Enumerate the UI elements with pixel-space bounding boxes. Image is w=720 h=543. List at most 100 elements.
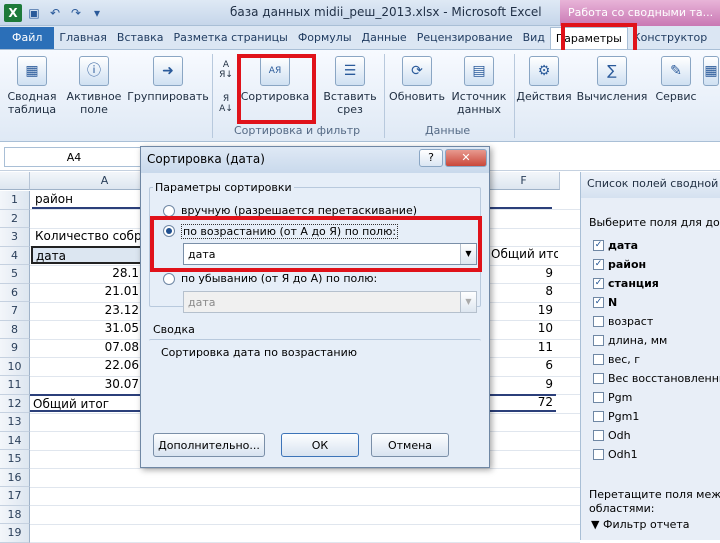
- row-header[interactable]: 2: [0, 209, 30, 228]
- checkbox-checked-icon[interactable]: ✓: [593, 277, 604, 289]
- row-header[interactable]: 3: [0, 228, 30, 247]
- checkbox-icon[interactable]: [593, 448, 604, 460]
- descending-label[interactable]: по убыванию (от Я до А) по полю:: [181, 272, 377, 285]
- field-item[interactable]: длина, мм: [593, 331, 667, 349]
- checkbox-icon[interactable]: [593, 372, 604, 384]
- cell-f6[interactable]: 8: [488, 283, 556, 301]
- redo-icon[interactable]: ↷: [67, 4, 85, 22]
- field-item[interactable]: ✓ район: [593, 255, 646, 273]
- row-header[interactable]: 17: [0, 487, 30, 506]
- field-item[interactable]: Odh1: [593, 445, 638, 463]
- service-button[interactable]: ✎ Сервис: [652, 54, 700, 103]
- tab-formulas[interactable]: Формулы: [293, 27, 357, 49]
- cell-f9[interactable]: 11: [488, 339, 556, 357]
- sort-dialog: Сортировка (дата) ? ✕ Параметры сортиров…: [140, 146, 490, 468]
- refresh-button[interactable]: ⟳ Обновить: [388, 54, 446, 103]
- summary-table-button[interactable]: ▦ Сводная таблица: [2, 54, 62, 116]
- cell-a7[interactable]: 23.12: [32, 302, 142, 320]
- ok-button[interactable]: ОК: [281, 433, 359, 457]
- cell-f4[interactable]: Общий итог: [488, 246, 558, 264]
- tab-home[interactable]: Главная: [54, 27, 112, 49]
- row-header[interactable]: 16: [0, 468, 30, 487]
- cell-f5[interactable]: 9: [488, 265, 556, 283]
- help-button[interactable]: ?: [419, 149, 443, 167]
- corner-header[interactable]: [0, 172, 30, 190]
- row-header[interactable]: 13: [0, 413, 30, 432]
- cell-f8[interactable]: 10: [488, 320, 556, 338]
- checkbox-icon[interactable]: [593, 429, 604, 441]
- field-item[interactable]: возраст: [593, 312, 653, 330]
- cell-a10[interactable]: 22.06: [32, 357, 142, 375]
- cell-a8[interactable]: 31.05: [32, 320, 142, 338]
- cell-a5[interactable]: 28.1: [32, 265, 142, 283]
- tab-file[interactable]: Файл: [0, 27, 55, 49]
- close-button[interactable]: ✕: [445, 149, 487, 167]
- customize-qat-icon[interactable]: ▾: [88, 4, 106, 22]
- checkbox-icon[interactable]: [593, 334, 604, 346]
- sort-az-button[interactable]: А Я↓: [216, 60, 236, 80]
- tab-insert[interactable]: Вставка: [112, 27, 169, 49]
- checkbox-icon[interactable]: [593, 410, 604, 422]
- checkbox-icon[interactable]: [593, 353, 604, 365]
- actions-button[interactable]: ⚙ Действия: [516, 54, 572, 103]
- field-item[interactable]: Odh: [593, 426, 631, 444]
- cell-f12[interactable]: 72: [488, 394, 556, 412]
- tab-data[interactable]: Данные: [357, 27, 412, 49]
- row-header[interactable]: 15: [0, 450, 30, 469]
- sort-params-label: Параметры сортировки: [153, 181, 294, 194]
- field-item[interactable]: Pgm1: [593, 407, 639, 425]
- row-header[interactable]: 4: [0, 246, 30, 265]
- field-item[interactable]: Вес восстановленны: [593, 369, 720, 387]
- field-item[interactable]: ✓ дата: [593, 236, 638, 254]
- row-header[interactable]: 7: [0, 302, 30, 321]
- sort-za-button[interactable]: Я А↓: [216, 94, 236, 114]
- calculations-button[interactable]: ∑ Вычисления: [576, 54, 648, 103]
- field-item[interactable]: Pgm: [593, 388, 632, 406]
- field-label: возраст: [608, 314, 654, 328]
- field-item[interactable]: ✓ N: [593, 293, 617, 311]
- field-label: район: [608, 257, 647, 271]
- checkbox-icon[interactable]: [593, 315, 604, 327]
- name-box[interactable]: A4: [4, 147, 144, 167]
- row-header[interactable]: 8: [0, 320, 30, 339]
- excel-logo-icon[interactable]: X: [4, 4, 22, 22]
- field-item[interactable]: ✓ станция: [593, 274, 659, 292]
- field-item[interactable]: вес, г: [593, 350, 640, 368]
- checkbox-checked-icon[interactable]: ✓: [593, 258, 604, 270]
- cell-a9[interactable]: 07.08: [32, 339, 142, 357]
- gridline: [30, 486, 580, 488]
- tab-design[interactable]: Конструктор: [628, 27, 712, 49]
- checkbox-icon[interactable]: [593, 391, 604, 403]
- tab-view[interactable]: Вид: [518, 27, 550, 49]
- quick-access-toolbar: X ▣ ↶ ↷ ▾: [4, 3, 106, 23]
- row-header[interactable]: 9: [0, 339, 30, 358]
- cancel-button[interactable]: Отмена: [371, 433, 449, 457]
- data-source-button[interactable]: ▤ Источник данных: [448, 54, 510, 116]
- show-button[interactable]: ▦: [702, 54, 720, 90]
- row-header[interactable]: 11: [0, 376, 30, 395]
- tab-review[interactable]: Рецензирование: [412, 27, 518, 49]
- row-header[interactable]: 18: [0, 505, 30, 524]
- checkbox-checked-icon[interactable]: ✓: [593, 239, 604, 251]
- cell-f11[interactable]: 9: [488, 376, 556, 394]
- row-header[interactable]: 12: [0, 394, 30, 413]
- row-header[interactable]: 10: [0, 357, 30, 376]
- cell-a6[interactable]: 21.01: [32, 283, 142, 301]
- checkbox-checked-icon[interactable]: ✓: [593, 296, 604, 308]
- more-options-button[interactable]: Дополнительно...: [153, 433, 265, 457]
- group-button[interactable]: ➜ Группировать: [126, 54, 210, 103]
- radio-descending[interactable]: [163, 273, 175, 285]
- tab-page-layout[interactable]: Разметка страницы: [169, 27, 293, 49]
- cell-f10[interactable]: 6: [488, 357, 556, 375]
- column-header-f[interactable]: F: [488, 172, 560, 190]
- row-header[interactable]: 14: [0, 431, 30, 450]
- row-header[interactable]: 1: [0, 191, 30, 210]
- insert-slicer-button[interactable]: ☰ Вставить срез: [320, 54, 380, 116]
- undo-icon[interactable]: ↶: [46, 4, 64, 22]
- active-field-button[interactable]: ⓘ Активное поле: [64, 54, 124, 116]
- cell-f7[interactable]: 19: [488, 302, 556, 320]
- cell-a11[interactable]: 30.07: [32, 376, 142, 394]
- save-icon[interactable]: ▣: [25, 4, 43, 22]
- row-header[interactable]: 5: [0, 265, 30, 284]
- row-header[interactable]: 6: [0, 283, 30, 302]
